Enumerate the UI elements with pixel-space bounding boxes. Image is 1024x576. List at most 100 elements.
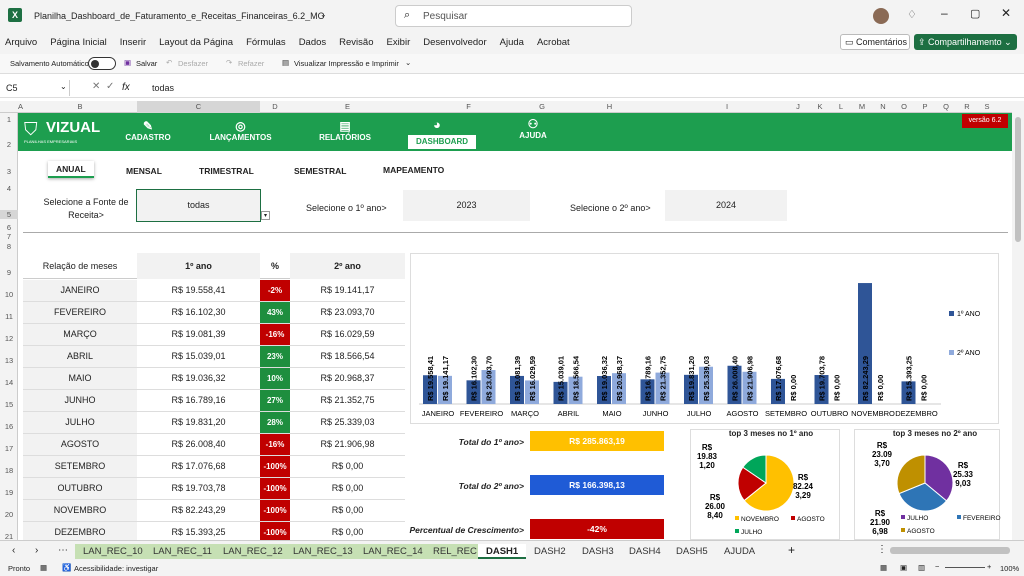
cell-mes[interactable]: SETEMBRO	[23, 456, 137, 477]
year1-select[interactable]: 2023	[403, 190, 530, 221]
cell-ano1[interactable]: R$ 16.789,16	[137, 390, 260, 411]
menu-layout[interactable]: Layout da Página	[159, 37, 233, 48]
row-header[interactable]: 13	[0, 356, 18, 365]
normal-view-icon[interactable]: ▦	[880, 563, 887, 572]
subtab-mapeamento[interactable]: MAPEAMENTO	[383, 165, 444, 175]
cancel-icon[interactable]: ✕	[92, 81, 100, 92]
row-header[interactable]: 1	[0, 115, 18, 124]
menu-acrobat[interactable]: Acrobat	[537, 37, 570, 48]
cell-ano2[interactable]: R$ 0,00	[290, 522, 405, 540]
sheet-tab[interactable]: DASH3	[574, 544, 622, 559]
page-layout-icon[interactable]: ▣	[900, 563, 907, 572]
cell-ano2[interactable]: R$ 25.339,03	[290, 412, 405, 433]
cell-ano2[interactable]: R$ 18.566,54	[290, 346, 405, 367]
sheet-tab[interactable]: DASH5	[668, 544, 716, 559]
cell-ano1[interactable]: R$ 19.081,39	[137, 324, 260, 345]
menu-dados[interactable]: Dados	[299, 37, 326, 48]
row-header[interactable]: 6	[0, 223, 18, 232]
cell-ano1[interactable]: R$ 26.008,40	[137, 434, 260, 455]
share-button[interactable]: ⇪ Compartilhamento ⌄	[914, 34, 1017, 50]
customize-icon[interactable]: ⌄	[405, 58, 411, 67]
col-header-m[interactable]: M	[851, 101, 873, 113]
col-header-q[interactable]: Q	[935, 101, 957, 113]
zoom-slider[interactable]	[945, 567, 985, 568]
row-header[interactable]: 20	[0, 510, 18, 519]
cell-mes[interactable]: DEZEMBRO	[23, 522, 137, 540]
horizontal-scrollbar[interactable]	[890, 547, 1010, 554]
maximize-icon[interactable]: ▢	[970, 7, 980, 20]
col-header-r[interactable]: R	[957, 101, 977, 113]
cell-mes[interactable]: MARÇO	[23, 324, 137, 345]
row-header[interactable]: 17	[0, 444, 18, 453]
menu-desenvolvedor[interactable]: Desenvolvedor	[423, 37, 486, 48]
cell-mes[interactable]: JUNHO	[23, 390, 137, 411]
nav-ajuda[interactable]: ⚇ AJUDA	[503, 117, 563, 141]
row-header[interactable]: 19	[0, 488, 18, 497]
sheet-tab[interactable]: AJUDA	[716, 544, 763, 559]
cell-pct[interactable]: -100%	[260, 456, 290, 477]
cell-pct[interactable]: -16%	[260, 434, 290, 455]
cell-ano1[interactable]: R$ 19.831,20	[137, 412, 260, 433]
row-header[interactable]: 16	[0, 422, 18, 431]
col-header-l[interactable]: L	[831, 101, 851, 113]
col-header-s[interactable]: S	[977, 101, 997, 113]
row-header[interactable]: 4	[0, 184, 18, 193]
title-dropdown-icon[interactable]: ⌄	[320, 10, 327, 19]
row-header[interactable]: 8	[0, 242, 18, 251]
menu-exibir[interactable]: Exibir	[386, 37, 410, 48]
nav-lancamentos[interactable]: ◎ LANÇAMENTOS	[198, 119, 283, 143]
sheet-tab-active[interactable]: DASH1	[478, 544, 527, 559]
sheet-tab[interactable]: DASH2	[526, 544, 574, 559]
nav-relatorios[interactable]: ▤ RELATÓRIOS	[310, 119, 380, 143]
row-header[interactable]: 9	[0, 268, 18, 277]
cell-mes[interactable]: OUTUBRO	[23, 478, 137, 499]
row-header[interactable]: 18	[0, 466, 18, 475]
row-header[interactable]: 10	[0, 290, 18, 299]
enter-icon[interactable]: ✓	[106, 81, 114, 92]
cell-ano2[interactable]: R$ 23.093,70	[290, 302, 405, 323]
cell-ano2[interactable]: R$ 16.029,59	[290, 324, 405, 345]
print-icon[interactable]: ▤	[282, 58, 289, 67]
cell-ano2[interactable]: R$ 0,00	[290, 478, 405, 499]
col-header-o[interactable]: O	[893, 101, 915, 113]
col-header-f[interactable]: F	[405, 101, 532, 113]
cell-mes[interactable]: AGOSTO	[23, 434, 137, 455]
prev-sheet-icon[interactable]: ‹	[12, 545, 15, 556]
cell-mes[interactable]: FEVEREIRO	[23, 302, 137, 323]
col-header-p[interactable]: P	[915, 101, 935, 113]
cell-ano2[interactable]: R$ 20.968,37	[290, 368, 405, 389]
cell-pct[interactable]: 27%	[260, 390, 290, 411]
sheet-tab[interactable]: DASH4	[621, 544, 669, 559]
more-sheets-icon[interactable]: ⋯	[58, 545, 68, 556]
sheet-tab[interactable]: REL_REC	[425, 544, 485, 559]
menu-arquivo[interactable]: Arquivo	[5, 37, 37, 48]
cell-ano2[interactable]: R$ 0,00	[290, 500, 405, 521]
autosave-toggle[interactable]	[88, 57, 116, 70]
cell-ano2[interactable]: R$ 19.141,17	[290, 280, 405, 301]
cell-pct[interactable]: -2%	[260, 280, 290, 301]
menu-ajuda[interactable]: Ajuda	[500, 37, 524, 48]
source-select[interactable]: todas	[136, 189, 261, 222]
cell-pct[interactable]: 23%	[260, 346, 290, 367]
menu-revisao[interactable]: Revisão	[339, 37, 373, 48]
fx-icon[interactable]: fx	[122, 82, 130, 93]
cell-ano1[interactable]: R$ 19.558,41	[137, 280, 260, 301]
accessibility-status[interactable]: Acessibilidade: investigar	[74, 564, 158, 573]
zoom-in-icon[interactable]: +	[987, 562, 991, 571]
cell-mes[interactable]: JANEIRO	[23, 280, 137, 301]
sheet-tab[interactable]: LAN_REC_13	[285, 544, 361, 559]
cell-ano2[interactable]: R$ 21.352,75	[290, 390, 405, 411]
cell-ano1[interactable]: R$ 19.703,78	[137, 478, 260, 499]
save-icon[interactable]: ▣	[124, 58, 131, 67]
macro-icon[interactable]: ▦	[40, 563, 47, 572]
add-sheet-icon[interactable]: +	[788, 543, 795, 557]
subtab-semestral[interactable]: SEMESTRAL	[294, 166, 346, 176]
cell-ano2[interactable]: R$ 0,00	[290, 456, 405, 477]
print-button[interactable]: Visualizar Impressão e Imprimir	[294, 59, 399, 68]
row-header[interactable]: 12	[0, 334, 18, 343]
col-header-k[interactable]: K	[809, 101, 831, 113]
year2-select[interactable]: 2024	[665, 190, 787, 221]
nav-dashboard[interactable]: DASHBOARD	[408, 135, 476, 149]
subtab-trimestral[interactable]: TRIMESTRAL	[199, 166, 254, 176]
cell-ano2[interactable]: R$ 21.906,98	[290, 434, 405, 455]
